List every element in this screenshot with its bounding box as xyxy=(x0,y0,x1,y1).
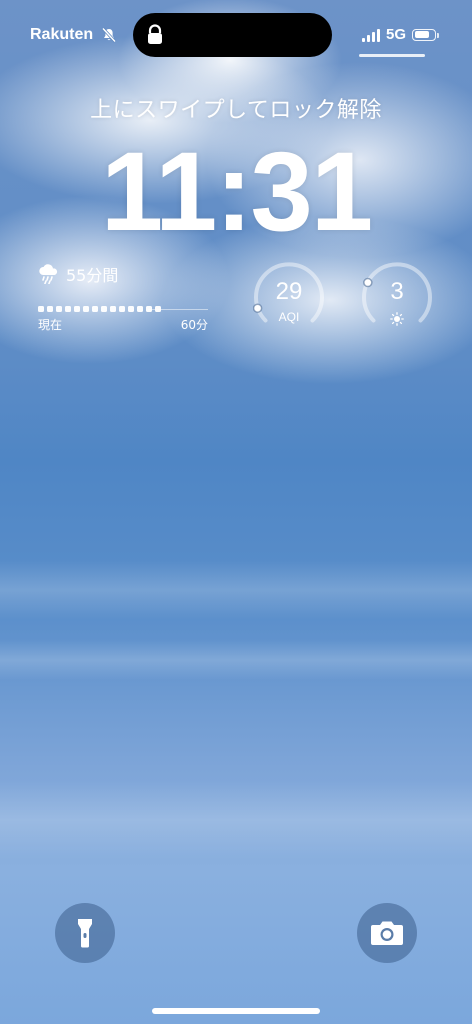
camera-icon xyxy=(371,921,403,945)
bell-slash-icon xyxy=(102,27,117,43)
flashlight-icon xyxy=(78,919,92,948)
rain-bar xyxy=(119,306,125,312)
status-indicators: 5G xyxy=(361,26,439,43)
aqi-value: 29 xyxy=(275,278,303,305)
rain-bar xyxy=(47,306,53,312)
network-type: 5G xyxy=(385,26,406,43)
cloud-rain-icon xyxy=(39,264,58,284)
carrier-name: Rakuten xyxy=(30,26,94,43)
rain-bar xyxy=(83,306,89,312)
rain-duration: 55分間 xyxy=(66,266,119,285)
aqi-label: AQI xyxy=(278,310,300,324)
cloud-haze xyxy=(0,640,472,680)
rain-bar xyxy=(101,306,107,312)
lock-screen-clock[interactable]: 11:31 xyxy=(0,128,472,256)
rain-bar xyxy=(38,306,44,312)
lock-icon xyxy=(148,24,162,44)
sun-icon xyxy=(390,312,404,326)
battery-icon xyxy=(412,28,439,41)
rain-bar xyxy=(92,306,98,312)
rain-bar xyxy=(128,306,134,312)
rain-axis-end: 60分 xyxy=(180,318,208,332)
rain-header: 55分間 xyxy=(38,262,208,286)
rain-bar xyxy=(65,306,71,312)
rain-bar xyxy=(56,306,62,312)
aqi-widget[interactable]: 29 AQI xyxy=(253,262,325,334)
flashlight-button[interactable] xyxy=(55,903,115,963)
rain-widget[interactable]: 55分間 現在 60分 xyxy=(38,262,208,334)
unlock-hint: 上にスワイプしてロック解除 xyxy=(90,98,382,123)
rain-bar xyxy=(137,306,143,312)
cloud-haze xyxy=(0,560,472,620)
uv-widget[interactable]: 3 xyxy=(361,262,433,334)
home-indicator[interactable] xyxy=(152,1008,320,1014)
rain-axis-start: 現在 xyxy=(38,318,63,332)
camera-button[interactable] xyxy=(357,903,417,963)
rain-intensity-bars xyxy=(38,306,161,312)
rain-track xyxy=(148,309,208,310)
cloud-haze xyxy=(0,780,472,860)
status-underline xyxy=(359,54,425,57)
rain-bar xyxy=(74,306,80,312)
uv-value: 3 xyxy=(390,278,404,305)
status-bar: Rakuten 5G xyxy=(0,0,472,60)
rain-bar xyxy=(110,306,116,312)
carrier-group: Rakuten xyxy=(30,26,117,44)
signal-icon xyxy=(361,28,380,42)
dynamic-island xyxy=(133,13,332,57)
